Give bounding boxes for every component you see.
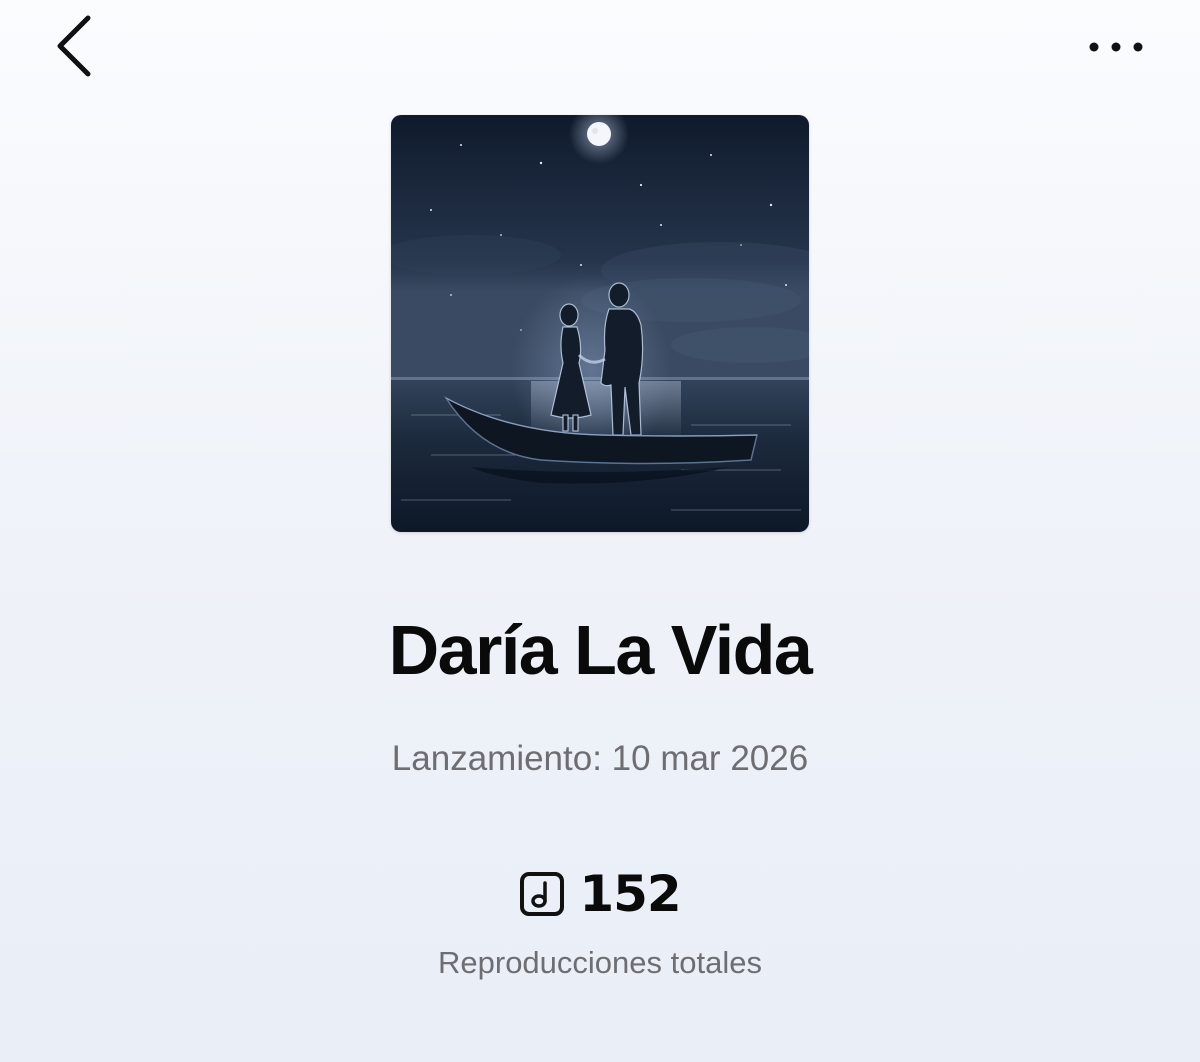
back-button[interactable]	[44, 10, 108, 82]
release-date: Lanzamiento: 10 mar 2026	[391, 739, 809, 778]
plays-count: 152	[579, 865, 681, 923]
top-bar	[0, 0, 1200, 100]
plays-label: Reproducciones totales	[438, 945, 762, 980]
album-cover	[391, 115, 809, 532]
plays-stat: 152	[0, 862, 1200, 926]
chevron-left-icon	[57, 15, 91, 77]
more-options-button[interactable]	[1076, 22, 1156, 72]
music-note-square-icon	[520, 872, 565, 916]
more-horizontal-icon	[1089, 42, 1143, 52]
song-title: Daría La Vida	[388, 611, 813, 689]
